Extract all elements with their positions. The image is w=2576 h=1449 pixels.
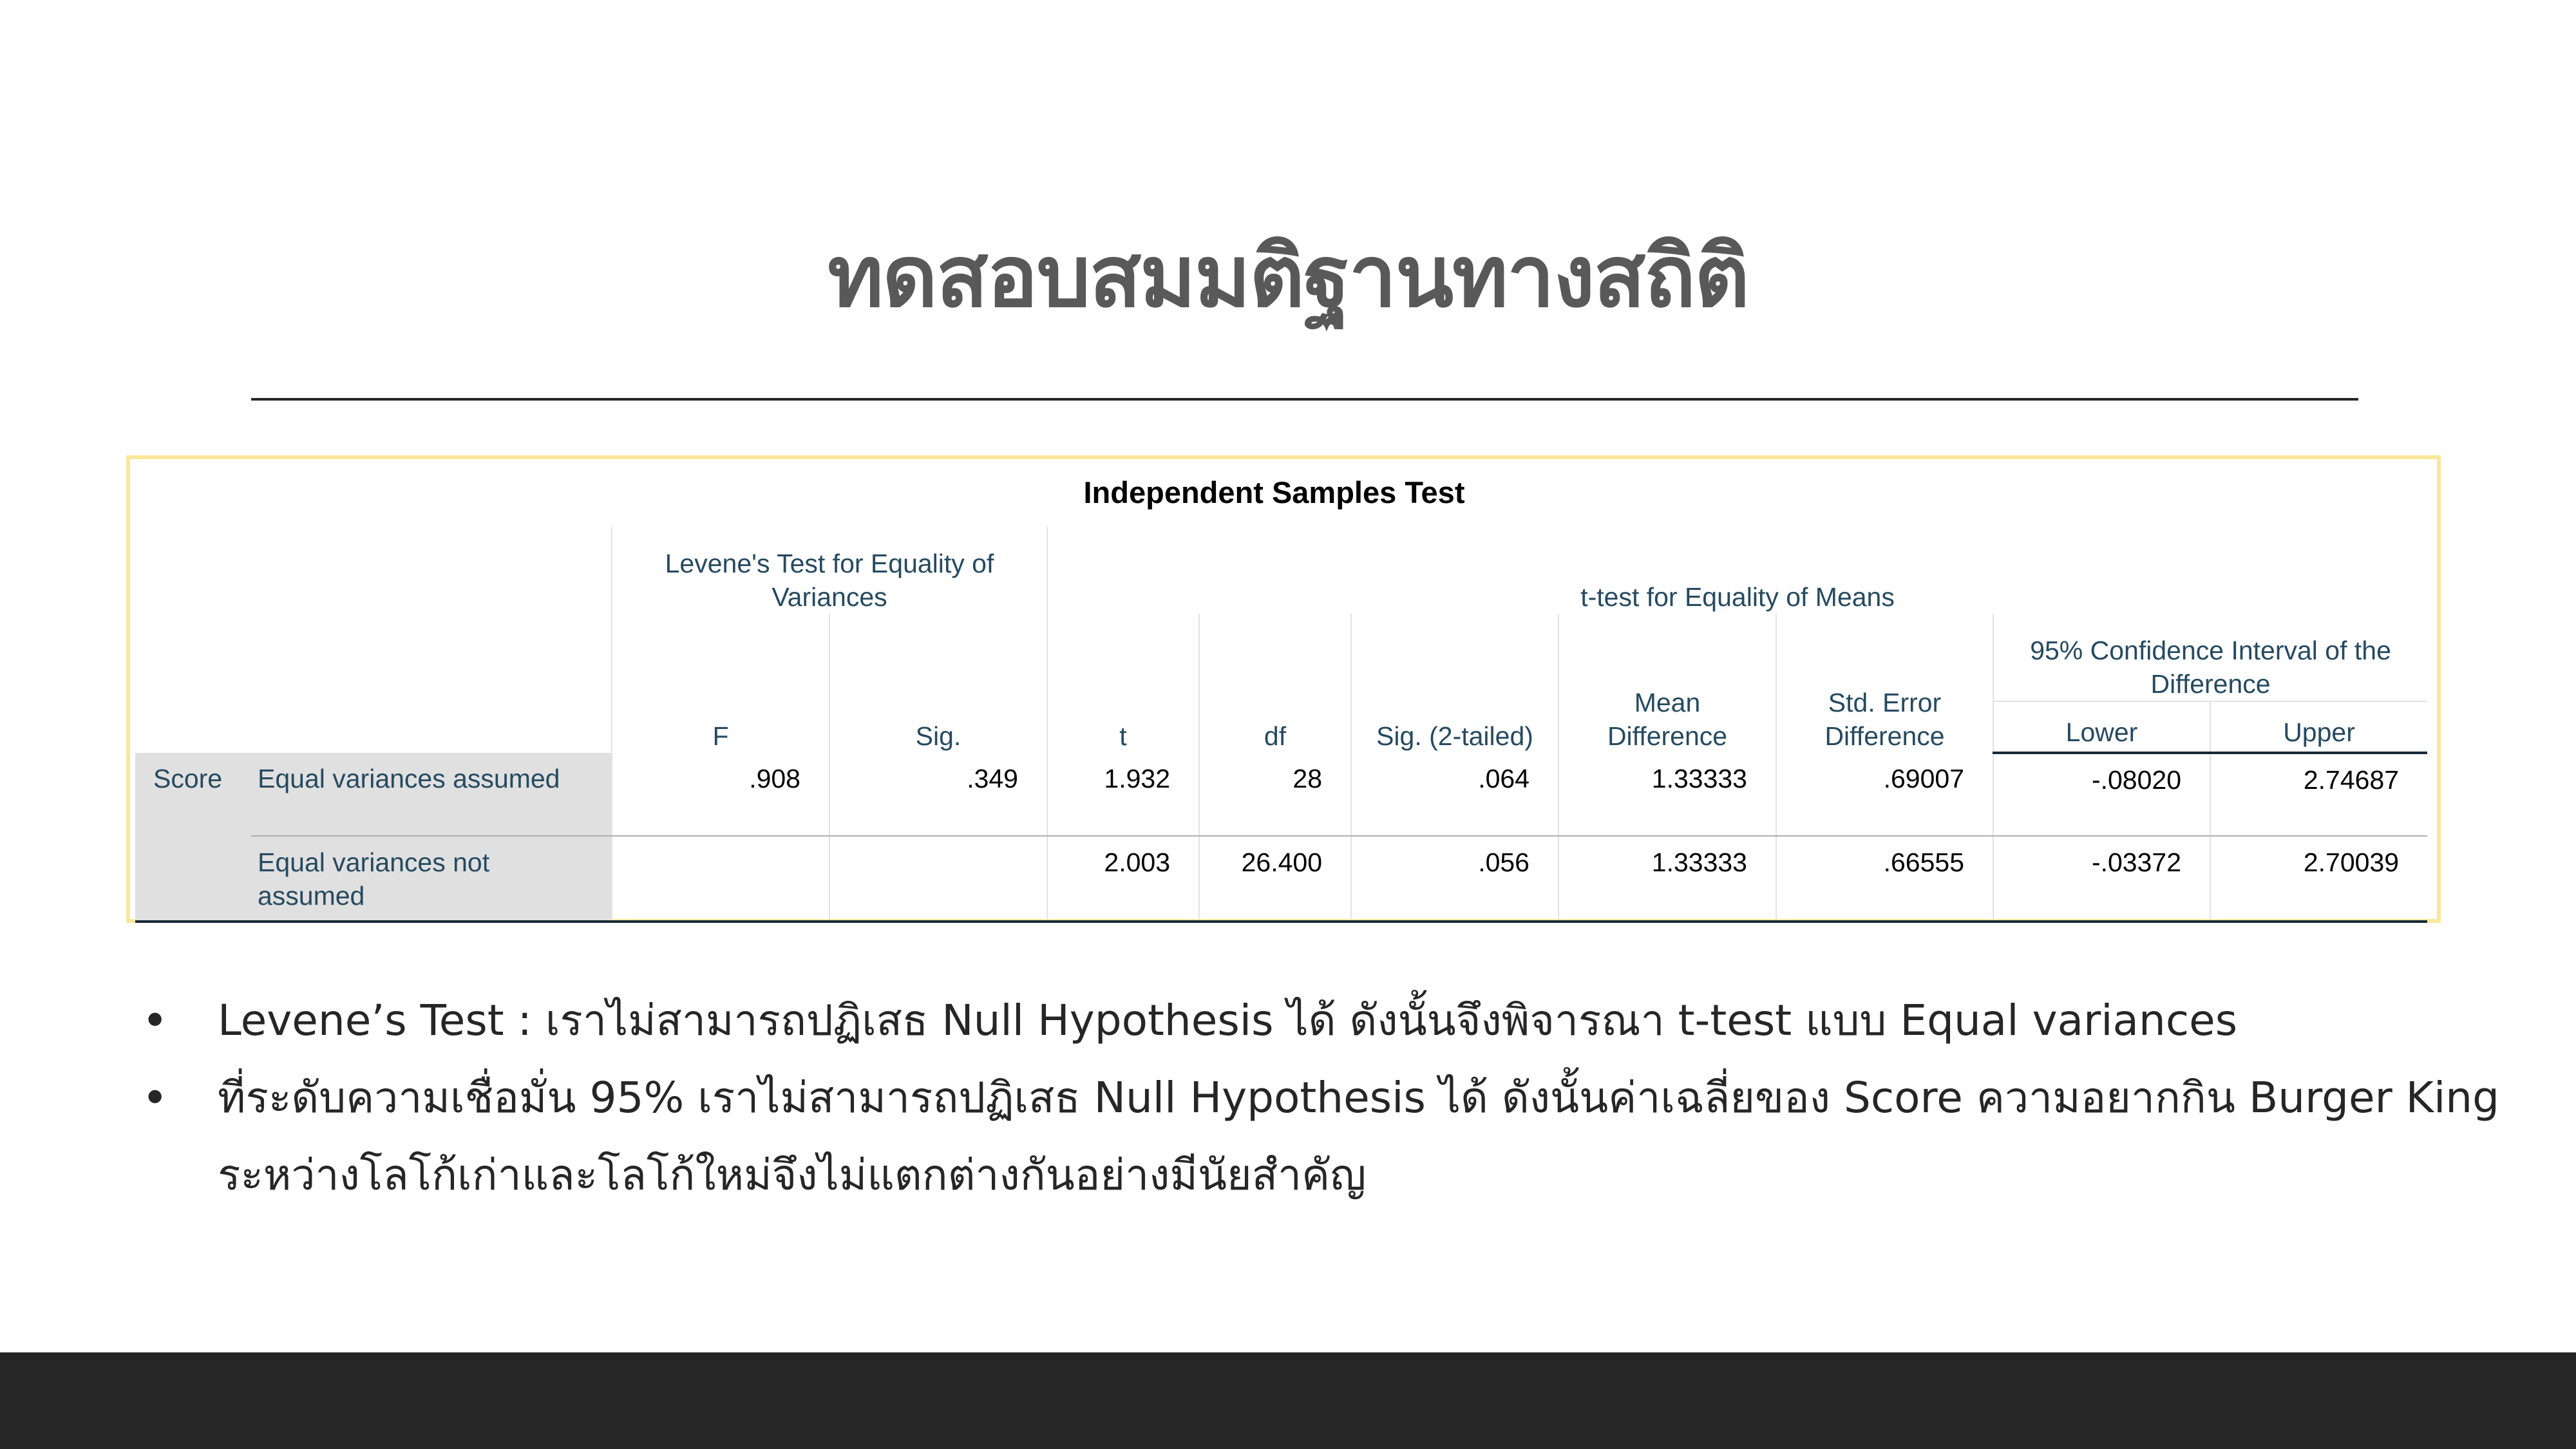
- ci-group-header: 95% Confidence Interval of the Differenc…: [1992, 614, 2428, 702]
- cell-std-error-difference: .69007: [1776, 753, 1993, 837]
- bullet-item: • Levene’s Test : เราไม่สามารถปฏิเสธ Nul…: [142, 982, 2524, 1059]
- independent-samples-test-table: Levene's Test for Equality of Variances …: [135, 527, 2428, 923]
- cell-lower: -.03372: [1993, 836, 2210, 923]
- col-header-upper: Upper: [2209, 701, 2428, 754]
- cell-df: 28: [1198, 753, 1351, 837]
- col-header-lower: Lower: [1993, 701, 2210, 754]
- cell-sig: .349: [829, 753, 1047, 837]
- cell-sig-2-tailed: .064: [1350, 753, 1558, 837]
- col-header-sig-2-tailed: Sig. (2-tailed): [1350, 614, 1558, 753]
- bullet-text-conclusion: ที่ระดับความเชื่อมั่น 95% เราไม่สามารถปฏ…: [218, 1073, 2500, 1200]
- ttest-group-header: t-test for Equality of Means: [1046, 527, 2428, 614]
- footer-bar: [0, 1352, 2576, 1449]
- bullet-item: • ที่ระดับความเชื่อมั่น 95% เราไม่สามารถ…: [142, 1059, 2524, 1214]
- bullet-icon: •: [142, 1072, 169, 1124]
- col-header-std-error-difference: Std. Error Difference: [1776, 614, 1993, 753]
- cell-t: 1.932: [1046, 753, 1199, 837]
- cell-upper: 2.70039: [2209, 836, 2428, 923]
- row-variable-score: Score: [135, 753, 251, 923]
- bullet-icon: •: [142, 994, 169, 1047]
- cell-sig: [829, 836, 1047, 923]
- cell-std-error-difference: .66555: [1776, 836, 1993, 923]
- cell-sig-2-tailed: .056: [1350, 836, 1558, 923]
- col-header-df: df: [1198, 614, 1351, 753]
- title-divider: [251, 398, 2358, 401]
- col-header-mean-difference: Mean Difference: [1558, 614, 1776, 753]
- cell-f: .908: [611, 753, 829, 837]
- header-corner: [135, 527, 612, 753]
- cell-f: [611, 836, 829, 923]
- conclusion-bullet-list: • Levene’s Test : เราไม่สามารถปฏิเสธ Nul…: [142, 982, 2524, 1214]
- cell-mean-difference: 1.33333: [1558, 836, 1776, 923]
- cell-t: 2.003: [1046, 836, 1199, 923]
- cell-lower: -.08020: [1993, 753, 2210, 837]
- col-header-sig: Sig.: [829, 614, 1047, 753]
- levene-group-header: Levene's Test for Equality of Variances: [611, 527, 1047, 614]
- row-label-equal-variances-assumed: Equal variances assumed: [251, 753, 612, 837]
- cell-upper: 2.74687: [2209, 753, 2428, 837]
- col-header-t: t: [1046, 614, 1199, 753]
- bullet-text-levene: Levene’s Test : เราไม่สามารถปฏิเสธ Null …: [218, 996, 2238, 1045]
- row-label-equal-variances-not-assumed: Equal variances not assumed: [251, 836, 612, 923]
- table-title: Independent Samples Test: [1083, 475, 1465, 509]
- slide-title: ทดสอบสมมติฐานทางสถิติ: [828, 227, 1750, 327]
- col-header-f: F: [611, 614, 829, 753]
- cell-df: 26.400: [1198, 836, 1351, 923]
- cell-mean-difference: 1.33333: [1558, 753, 1776, 837]
